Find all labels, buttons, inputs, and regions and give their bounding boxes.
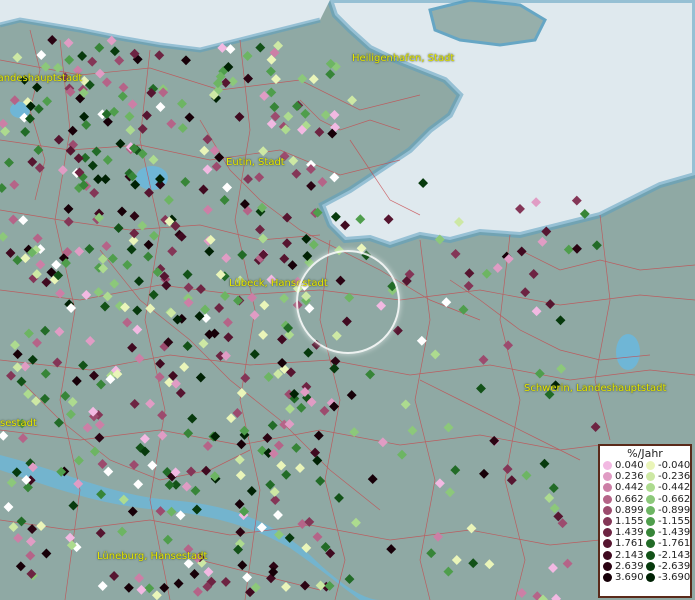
legend-row: 0.040 -0.040	[600, 460, 690, 471]
legend-row: 1.439 -1.439	[600, 527, 690, 538]
city-label-hansestadt-west: sestadt	[0, 418, 37, 429]
map-view[interactable]: Landeshauptstadt Heiligenhafen, Stadt Eu…	[0, 0, 695, 600]
legend-value-negative: -1.155	[658, 515, 691, 527]
legend-value-positive: 1.155	[615, 515, 644, 527]
legend-swatch-negative	[646, 494, 655, 504]
legend-value-negative: -1.439	[658, 527, 691, 539]
legend-swatch-negative	[646, 483, 655, 493]
legend-swatch-negative	[646, 461, 655, 470]
legend-row: 0.236 -0.236	[600, 471, 690, 482]
legend-value-positive: 2.639	[615, 560, 644, 572]
legend-value-negative: -2.143	[658, 549, 691, 561]
legend-swatch-positive	[603, 516, 612, 526]
legend-swatch-negative	[646, 528, 655, 538]
legend-swatch-negative	[646, 561, 655, 571]
legend-row: 1.761 -1.761	[600, 538, 690, 549]
map-cursor-ring	[296, 250, 400, 354]
legend-value-positive: 0.040	[615, 460, 644, 471]
legend-value-negative: -0.662	[658, 493, 691, 505]
legend-row: 3.690 -3.690	[600, 572, 690, 583]
map-legend: %/Jahr 0.040 -0.040 0.236 -0.236 0.442 -0.442…	[598, 444, 692, 598]
legend-row: 0.442 -0.442	[600, 482, 690, 493]
legend-value-positive: 0.442	[615, 482, 644, 494]
legend-value-positive: 1.761	[615, 538, 644, 550]
legend-row: 2.639 -2.639	[600, 561, 690, 572]
legend-swatch-negative	[646, 550, 655, 560]
legend-value-positive: 2.143	[615, 549, 644, 561]
city-label-lueneburg: Lüneburg, Hansestadt	[97, 551, 208, 562]
legend-swatch-negative	[646, 516, 655, 526]
legend-value-negative: -0.899	[658, 504, 691, 516]
legend-swatch-positive	[603, 494, 612, 504]
legend-value-positive: 0.899	[615, 504, 644, 516]
legend-value-negative: -0.236	[658, 471, 691, 483]
legend-swatch-negative	[646, 572, 655, 582]
legend-swatch-positive	[603, 528, 612, 538]
legend-value-positive: 3.690	[615, 571, 644, 583]
city-label-eutin: Eutin, Stadt	[226, 157, 285, 168]
legend-row: 0.662 -0.662	[600, 494, 690, 505]
legend-row: 1.155 -1.155	[600, 516, 690, 527]
legend-swatch-positive	[603, 572, 612, 582]
legend-value-negative: -2.639	[658, 560, 691, 572]
legend-swatch-positive	[603, 561, 612, 571]
city-label-heiligenhafen: Heiligenhafen, Stadt	[352, 53, 455, 64]
legend-value-positive: 0.662	[615, 493, 644, 505]
city-label-schwerin: Schwerin, Landeshauptstadt	[524, 383, 667, 394]
legend-swatch-positive	[603, 461, 612, 470]
city-label-landeshauptstadt-west: Landeshauptstadt	[0, 73, 83, 84]
legend-value-negative: -3.690	[658, 571, 691, 583]
legend-row: 2.143 -2.143	[600, 550, 690, 561]
legend-rows: 0.040 -0.040 0.236 -0.236 0.442 -0.442 0.662 -0…	[600, 460, 690, 583]
legend-swatch-negative	[646, 505, 655, 515]
legend-row: 0.899 -0.899	[600, 505, 690, 516]
legend-value-negative: -0.040	[658, 460, 691, 471]
legend-swatch-positive	[603, 505, 612, 515]
legend-swatch-negative	[646, 472, 655, 482]
legend-title: %/Jahr	[627, 447, 663, 460]
legend-swatch-negative	[646, 539, 655, 549]
legend-value-positive: 0.236	[615, 471, 644, 483]
legend-swatch-positive	[603, 483, 612, 493]
legend-swatch-positive	[603, 472, 612, 482]
legend-swatch-positive	[603, 550, 612, 560]
legend-value-negative: -0.442	[658, 482, 691, 494]
legend-swatch-positive	[603, 539, 612, 549]
legend-value-positive: 1.439	[615, 527, 644, 539]
legend-value-negative: -1.761	[658, 538, 691, 550]
